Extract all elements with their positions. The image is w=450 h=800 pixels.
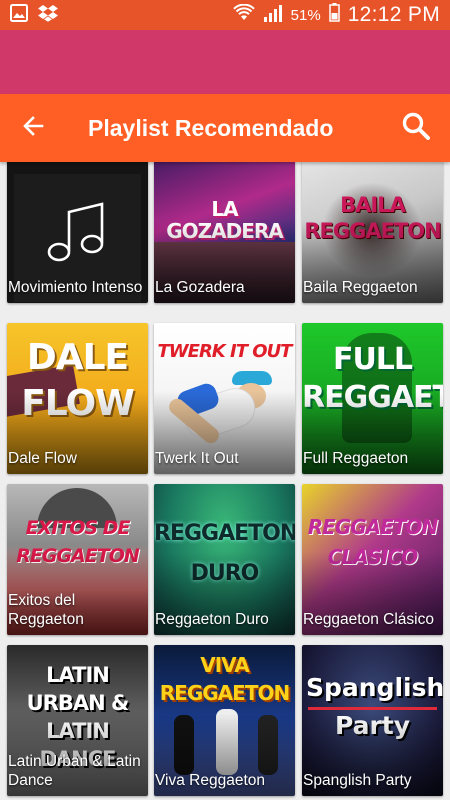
playlist-card[interactable]: REGGAETON CLASICO Reggaeton Clásico xyxy=(302,484,443,635)
playlist-label: La Gozadera xyxy=(155,279,245,296)
playlist-art-text: TWERK IT OUT xyxy=(157,341,293,362)
playlist-card[interactable]: FULL REGGAETON Full Reggaeton xyxy=(302,323,443,474)
gallery-icon xyxy=(10,3,28,27)
playlist-grid: Movimiento Intenso LA GOZADERA La Gozade… xyxy=(0,162,450,800)
battery-percent: 51% xyxy=(290,6,321,24)
search-icon xyxy=(401,111,431,146)
arrow-left-icon xyxy=(22,115,44,142)
playlist-card[interactable]: VIVA REGGAETON Viva Reggaeton xyxy=(154,645,295,796)
status-bar: 51% 12:12 PM xyxy=(0,0,450,30)
playlist-label: Reggaeton Duro xyxy=(155,611,269,628)
header-band xyxy=(0,30,450,94)
dropbox-icon xyxy=(38,4,58,27)
music-note-icon xyxy=(47,202,104,262)
playlist-card[interactable]: REGGAETON DURO Reggaeton Duro xyxy=(154,484,295,635)
playlist-card[interactable]: Movimiento Intenso xyxy=(7,162,148,303)
playlist-label: Dale Flow xyxy=(8,450,77,467)
back-button[interactable] xyxy=(0,94,66,162)
search-button[interactable] xyxy=(382,94,450,162)
playlist-card[interactable]: LA GOZADERA La Gozadera xyxy=(154,162,295,303)
playlist-label: Twerk It Out xyxy=(155,450,239,467)
playlist-art-text: VIVA REGGAETON xyxy=(159,653,290,705)
battery-icon xyxy=(328,3,340,27)
playlist-label: Movimiento Intenso xyxy=(8,279,143,296)
playlist-card[interactable]: EXITOS DE REGGAETON Exitos del Reggaeton xyxy=(7,484,148,635)
app-bar: Playlist Recomendado xyxy=(0,94,450,162)
playlist-label: Baila Reggaeton xyxy=(303,279,418,296)
signal-icon xyxy=(263,4,283,27)
wifi-icon xyxy=(232,3,255,27)
playlist-card[interactable]: TWERK IT OUT Twerk It Out xyxy=(154,323,295,474)
page-title: Playlist Recomendado xyxy=(88,114,334,141)
playlist-card[interactable]: Spanglish Party Spanglish Party xyxy=(302,645,443,796)
clock: 12:12 PM xyxy=(347,3,440,26)
playlist-card[interactable]: DALE FLOW Dale Flow xyxy=(7,323,148,474)
playlist-label: Viva Reggaeton xyxy=(155,772,266,789)
playlist-card[interactable]: LATIN URBAN & LATIN DANCE Latin Urban & … xyxy=(7,645,148,796)
playlist-card[interactable]: BAILA REGGAETON Baila Reggaeton xyxy=(302,162,443,303)
playlist-label: Exitos del Reggaeton xyxy=(8,592,84,628)
playlist-label: Full Reggaeton xyxy=(303,450,409,467)
playlist-label: Reggaeton Clásico xyxy=(303,611,434,628)
playlist-label: Spanglish Party xyxy=(303,772,412,789)
playlist-label: Latin Urban & Latin Dance xyxy=(8,753,141,789)
